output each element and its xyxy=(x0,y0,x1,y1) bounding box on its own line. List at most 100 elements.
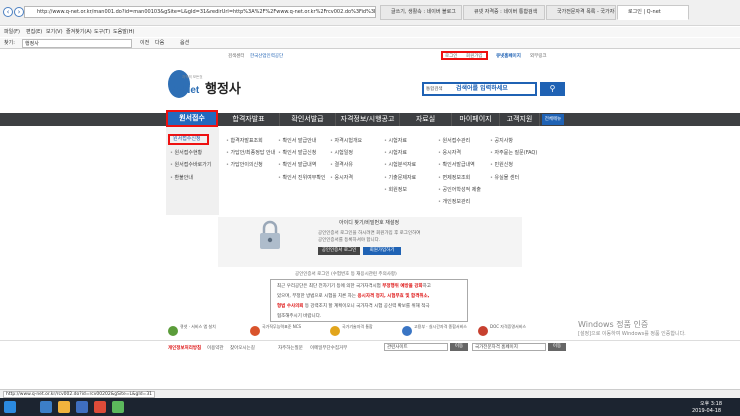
notice-box: 최근 우리공단은 최단 전자기기 등에 의한 국가자격시험 부정행위 예방을 강… xyxy=(270,279,468,322)
menu-file[interactable]: 파일(F) xyxy=(4,27,20,37)
submenu-exam-analysis[interactable]: 시험분석자료 xyxy=(384,161,417,168)
submenu-exam-materials-2[interactable]: 시험자료 xyxy=(384,149,407,156)
submenu-exemption[interactable]: 면제정보조회 xyxy=(438,174,471,181)
banner-doc[interactable]: DOC 자격증명서비스 xyxy=(478,324,558,344)
submenu-faq[interactable]: 자주묻는 질문(FAQ) xyxy=(490,149,538,156)
banner-label: 국가직무능력표준 NCS xyxy=(262,324,302,329)
top-link-search-center[interactable]: 검색센터 xyxy=(228,53,245,59)
address-bar[interactable]: http://www.q-net.or.kr/man001.do?id=man0… xyxy=(24,6,376,18)
ncs-icon xyxy=(250,326,260,336)
back-icon[interactable]: ‹ xyxy=(3,7,13,17)
submenu-cert-history[interactable]: 확인서 발급내역 xyxy=(278,161,317,168)
submenu-notices[interactable]: 공지사항 xyxy=(490,137,513,144)
submenu-exam-materials[interactable]: 시험자료 xyxy=(384,137,407,144)
chrome-icon[interactable] xyxy=(94,401,106,413)
menu-view[interactable]: 보기(V) xyxy=(46,27,63,37)
find-id-password-link[interactable]: 아이디 찾기/비밀번호 재설정 xyxy=(339,219,399,226)
nav-support[interactable]: 고객지원 xyxy=(500,113,540,126)
submenu-lost-found[interactable]: 유실물 센터 xyxy=(490,174,520,181)
taskbar-date: 2019-04-18 xyxy=(692,408,722,414)
tab-4-active[interactable]: 로그인 | Q-net xyxy=(617,5,689,20)
search-button[interactable]: ⚲ xyxy=(540,82,565,96)
main-nav: 합격자발표 확인서발급 자격정보/시행공고 자료실 마이페이지 고객지원 xyxy=(0,113,740,126)
top-external-link[interactable]: 외부링크 xyxy=(530,53,547,59)
nav-qualification-info[interactable]: 자격정보/시행공고 xyxy=(336,113,400,126)
nav-results[interactable]: 합격자발표 xyxy=(218,113,280,126)
submenu-language-score[interactable]: 공인어학성적 제출 xyxy=(438,186,481,193)
submenu-my-eligibility[interactable]: 응시자격 xyxy=(438,149,461,156)
notice-line-4: 협조해주시기 바랍니다. xyxy=(277,314,322,319)
notice-highlight: 형법 수사의뢰 xyxy=(277,304,304,309)
menu-bar: 파일(F) 편집(E) 보기(V) 즐겨찾기(A) 도구(T) 도움말(H) xyxy=(0,27,740,37)
submenu-civil-request[interactable]: 민원신청 xyxy=(490,161,513,168)
tab-2[interactable]: 큐넷 자격증 : 네이버 통합검색 xyxy=(463,5,545,20)
submenu-answer-objection[interactable]: 가답안이의신청 xyxy=(226,161,263,168)
banner-national-tech[interactable]: 국가기술자격 통합 xyxy=(330,324,400,344)
notice-text: 있으며, 부정한 방법으로 시험을 치른 자는 xyxy=(277,294,356,299)
top-qnet-home-link[interactable]: 큐넷홈페이지 xyxy=(496,53,521,59)
all-menu-button[interactable]: 전체메뉴 xyxy=(542,114,564,125)
submenu-cert-verify[interactable]: 확인서 진위여부확인 xyxy=(278,174,326,181)
nav-library[interactable]: 자료실 xyxy=(400,113,452,126)
menu-tools[interactable]: 도구(T) xyxy=(94,27,110,37)
windows-activation-desc: [설정]으로 이동하여 Windows를 정품 인증합니다. xyxy=(578,331,686,337)
find-options-button[interactable]: 옵션 xyxy=(180,38,189,49)
tab-3[interactable]: 국가전문자격 목록 - 국가자격... xyxy=(546,5,616,20)
submenu-exam-overview[interactable]: 자격시험개요 xyxy=(330,137,363,144)
top-join-link[interactable]: 회원가입 xyxy=(466,53,483,59)
start-icon[interactable] xyxy=(4,401,16,413)
banner-ncs[interactable]: 국가직무능력표준 NCS xyxy=(250,324,328,344)
tab-1[interactable]: 글쓰기, 생활속 : 네이버 블로그 xyxy=(380,5,462,20)
search-box[interactable]: 통합검색 검색어를 입력하세요 xyxy=(422,82,537,96)
top-link-hrdk[interactable]: 한국산업인력공단 xyxy=(250,53,283,59)
logo-text[interactable]: Q-Net xyxy=(172,85,199,96)
notice-text: 최근 우리공단은 최단 전자기기 등에 의한 국가자격시험 xyxy=(277,284,383,289)
nav-application[interactable]: 원서접수 xyxy=(166,110,218,127)
menu-help[interactable]: 도움말(H) xyxy=(113,27,134,37)
doc-icon xyxy=(478,326,488,336)
explorer-icon[interactable] xyxy=(58,401,70,413)
submenu-application-manage[interactable]: 원서접수관리 xyxy=(438,137,471,144)
login-description-2: 공인인증서를 등록하셔야 합니다. xyxy=(318,238,381,243)
menu-favorites[interactable]: 즐겨찾기(A) xyxy=(66,27,92,37)
ie-icon[interactable] xyxy=(76,401,88,413)
notice-text: 등 강력조치 할 계획이오니 국가자격 시험 공신력 확보를 위해 적극 xyxy=(303,304,430,309)
find-input[interactable]: 행정사 xyxy=(22,39,132,48)
submenu-apply-request[interactable]: 원서접수신청 xyxy=(168,134,209,145)
banner-qnet-app[interactable]: 큐넷 · 서비스 앱 설치 xyxy=(168,324,248,344)
search-scope-select[interactable]: 통합검색 xyxy=(426,86,443,92)
notice-line[interactable]: 공인인증서 로그인 (수험번호 등 재응시관련 주의사항) xyxy=(295,271,397,277)
submenu-member-info[interactable]: 회원정보 xyxy=(384,186,407,193)
submenu-results-lookup[interactable]: 합격자발표조회 xyxy=(226,137,263,144)
app-icon[interactable] xyxy=(112,401,124,413)
submenu-cert-guide[interactable]: 확인서 발급안내 xyxy=(278,137,317,144)
submenu-disqualification[interactable]: 결격사유 xyxy=(330,161,353,168)
submenu-cert-request[interactable]: 확인서 발급신청 xyxy=(278,149,317,156)
search-input[interactable]: 검색어를 입력하세요 xyxy=(456,84,508,94)
submenu-refund[interactable]: 환불안내 xyxy=(170,174,193,181)
nav-certificate[interactable]: 확인서발급 xyxy=(280,113,336,126)
find-prev-button[interactable]: 이전 xyxy=(140,38,149,49)
banner-realtime[interactable]: 고용부 · 실시간자격 종합서비스 xyxy=(402,324,476,344)
submenu-past-questions[interactable]: 기출문제자료 xyxy=(384,174,417,181)
nav-mypage[interactable]: 마이페이지 xyxy=(452,113,500,126)
submenu-answer-guide[interactable]: 가답안/최종정답 안내 xyxy=(226,149,276,156)
notice-line-1: 최근 우리공단은 최단 전자기기 등에 의한 국가자격시험 부정행위 예방을 강… xyxy=(277,283,431,289)
notice-line-3: 형법 수사의뢰 등 강력조치 할 계획이오니 국가자격 시험 공신력 확보를 위… xyxy=(277,303,430,309)
find-next-button[interactable]: 다음 xyxy=(155,38,164,49)
find-label: 찾기: xyxy=(4,40,15,46)
top-login-link[interactable]: 로그인 xyxy=(445,53,457,59)
cert-login-button[interactable]: 공인인증서 로그인 xyxy=(318,247,360,255)
forward-icon[interactable]: › xyxy=(14,7,24,17)
join-button[interactable]: 회원가입하기 xyxy=(363,247,401,255)
submenu-exam-schedule[interactable]: 시험일정 xyxy=(330,149,353,156)
edge-icon[interactable] xyxy=(40,401,52,413)
menu-edit[interactable]: 편집(E) xyxy=(26,27,42,37)
submenu-apply-status[interactable]: 원서접수현황 xyxy=(170,149,203,156)
submenu-privacy-manage[interactable]: 개인정보관리 xyxy=(438,198,471,205)
submenu-eligibility[interactable]: 응시자격 xyxy=(330,174,353,181)
submenu-my-cert-history[interactable]: 확인서발급내역 xyxy=(438,161,475,168)
lock-icon xyxy=(260,220,280,249)
taskbar xyxy=(0,398,740,416)
submenu-apply-shortcut[interactable]: 원서접수바로가기 xyxy=(170,161,212,168)
